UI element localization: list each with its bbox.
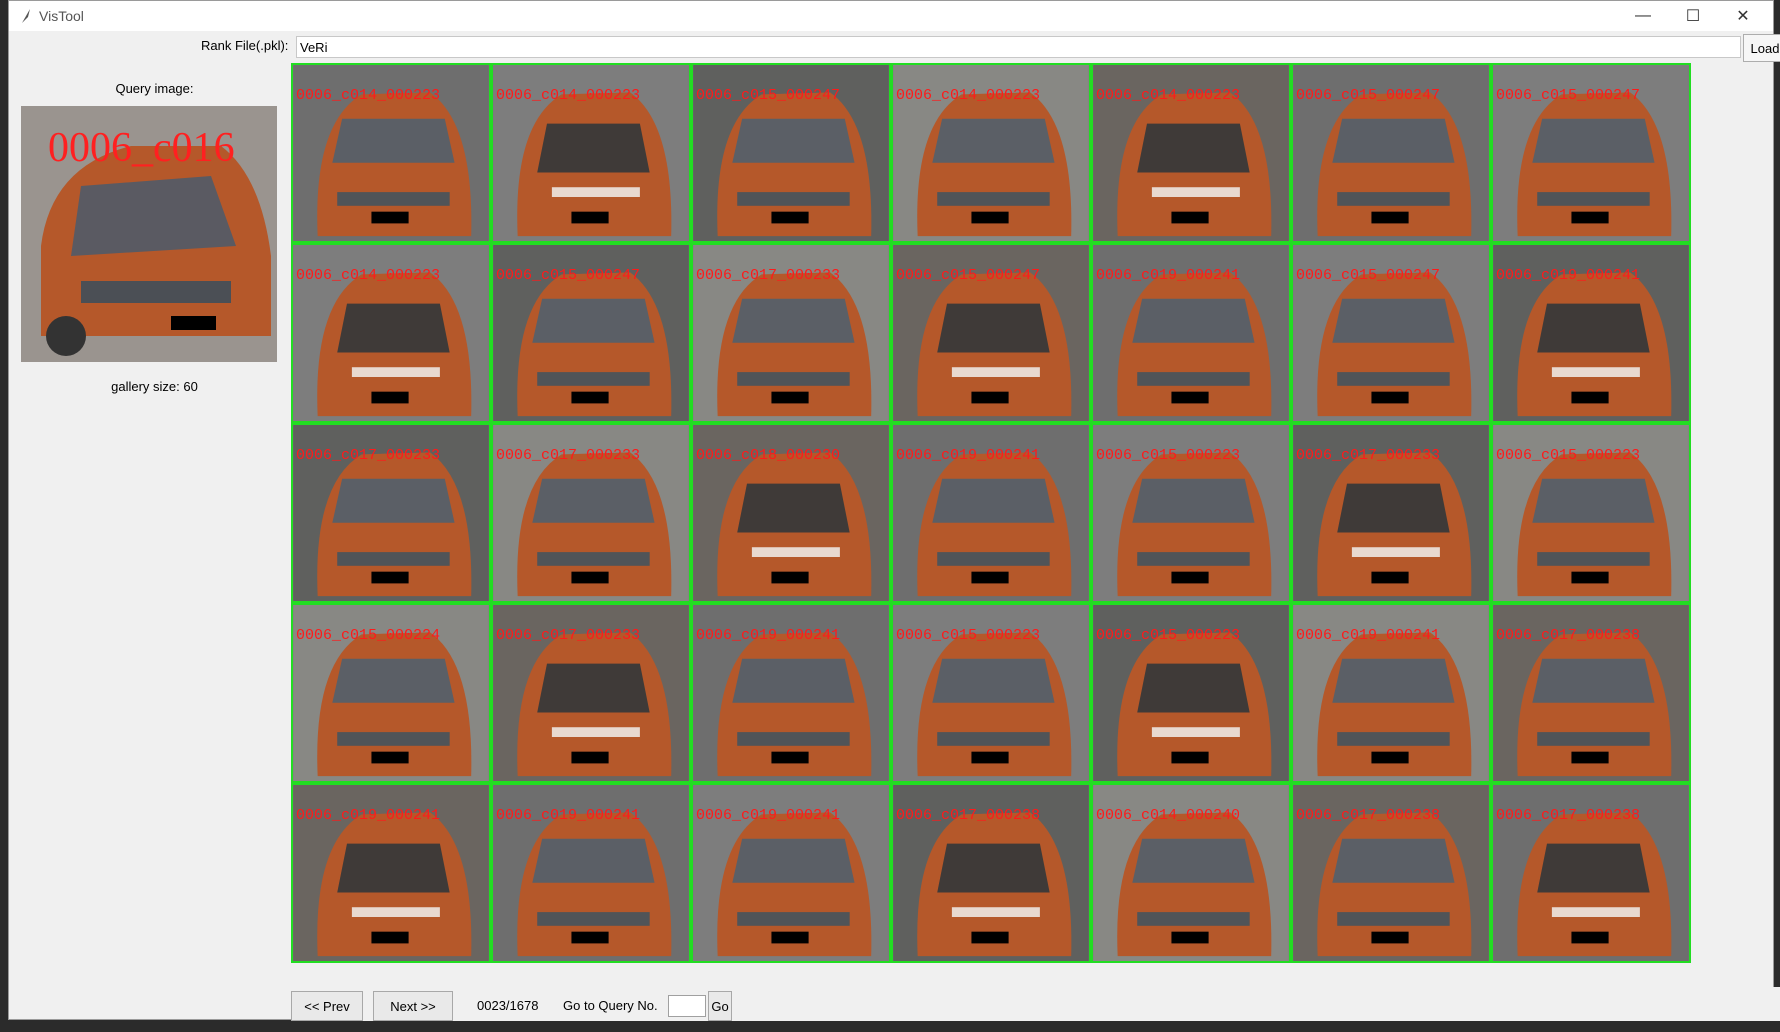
- gallery-tile[interactable]: 0006_c019_000241: [491, 783, 691, 963]
- query-id-text: 0006_c016: [48, 125, 235, 171]
- gallery-tile[interactable]: 0006_c014_000223: [491, 63, 691, 243]
- gallery-tile[interactable]: 0006_c017_000233: [691, 243, 891, 423]
- gallery-grid: 0006_c014_000223 0006_c014_000223 0006_c01…: [291, 63, 1691, 963]
- gallery-tile[interactable]: 0006_c019_000241: [691, 783, 891, 963]
- query-counter: 0023/1678: [477, 998, 539, 1013]
- gallery-tile[interactable]: 0006_c017_000233: [1291, 423, 1491, 603]
- gallery-tile[interactable]: 0006_c017_000238: [1491, 783, 1691, 963]
- navigation-bar: << Prev Next >> 0023/1678 Go to Query No…: [291, 987, 1780, 1021]
- app-window: VisTool — ☐ ✕ Rank File(.pkl): Load Quer…: [8, 0, 1780, 1021]
- gallery-tile[interactable]: 0006_c015_000247: [1291, 63, 1491, 243]
- next-button[interactable]: Next >>: [373, 991, 453, 1021]
- gallery-tile[interactable]: 0006_c014_000223: [291, 63, 491, 243]
- gallery-tile[interactable]: 0006_c015_000223: [1091, 423, 1291, 603]
- query-image: 0006_c016: [21, 106, 277, 362]
- gallery-tile[interactable]: 0006_c014_000240: [1091, 783, 1291, 963]
- gallery-id-label: 0006_c015_000247: [896, 267, 1041, 284]
- gallery-tile[interactable]: 0006_c019_000241: [1091, 243, 1291, 423]
- gallery-id-label: 0006_c017_000238: [1496, 627, 1641, 644]
- gallery-tile[interactable]: 0006_c018_000230: [691, 423, 891, 603]
- gallery-id-label: 0006_c019_000241: [296, 807, 441, 824]
- gallery-id-label: 0006_c015_000247: [1296, 267, 1441, 284]
- gallery-id-label: 0006_c019_000241: [696, 807, 841, 824]
- gallery-tile[interactable]: 0006_c017_000238: [1291, 783, 1491, 963]
- gallery-tile[interactable]: 0006_c019_000241: [691, 603, 891, 783]
- gallery-id-label: 0006_c014_000223: [896, 87, 1041, 104]
- minimize-button[interactable]: —: [1618, 1, 1668, 31]
- prev-button[interactable]: << Prev: [291, 991, 363, 1021]
- gallery-tile[interactable]: 0006_c017_000233: [491, 423, 691, 603]
- gallery-id-label: 0006_c017_000233: [696, 267, 841, 284]
- gallery-tile[interactable]: 0006_c017_000233: [491, 603, 691, 783]
- gallery-tile[interactable]: 0006_c014_000223: [891, 63, 1091, 243]
- query-image-label: Query image:: [115, 81, 194, 96]
- gallery-id-label: 0006_c014_000240: [1096, 807, 1241, 824]
- go-button[interactable]: Go: [708, 991, 732, 1021]
- gallery-id-label: 0006_c014_000223: [296, 267, 441, 284]
- gallery-tile[interactable]: 0006_c015_000223: [1491, 423, 1691, 603]
- gallery-id-label: 0006_c014_000223: [496, 87, 641, 104]
- gallery-tile[interactable]: 0006_c017_000233: [291, 423, 491, 603]
- gallery-id-label: 0006_c015_000224: [296, 627, 441, 644]
- gallery-tile[interactable]: 0006_c015_000247: [891, 243, 1091, 423]
- gallery-id-label: 0006_c015_000247: [496, 267, 641, 284]
- gallery-id-label: 0006_c019_000241: [1096, 267, 1241, 284]
- gallery-id-label: 0006_c017_000233: [496, 627, 641, 644]
- gallery-id-label: 0006_c017_000233: [496, 447, 641, 464]
- gallery-tile[interactable]: 0006_c015_000247: [1291, 243, 1491, 423]
- goto-query-label: Go to Query No.: [563, 998, 658, 1013]
- gallery-id-label: 0006_c019_000241: [1496, 267, 1641, 284]
- gallery-id-label: 0006_c017_000233: [296, 447, 441, 464]
- gallery-tile[interactable]: 0006_c015_000247: [1491, 63, 1691, 243]
- gallery-id-label: 0006_c018_000230: [696, 447, 841, 464]
- gallery-tile[interactable]: 0006_c015_000223: [1091, 603, 1291, 783]
- gallery-tile[interactable]: 0006_c015_000247: [491, 243, 691, 423]
- gallery-id-label: 0006_c015_000223: [1096, 627, 1241, 644]
- rank-file-label: Rank File(.pkl):: [201, 38, 289, 53]
- gallery-id-label: 0006_c015_000247: [696, 87, 841, 104]
- gallery-tile[interactable]: 0006_c015_000223: [891, 603, 1091, 783]
- goto-query-input[interactable]: [668, 995, 706, 1017]
- gallery-tile[interactable]: 0006_c019_000241: [891, 423, 1091, 603]
- gallery-tile[interactable]: 0006_c019_000241: [1291, 603, 1491, 783]
- gallery-id-label: 0006_c019_000241: [896, 447, 1041, 464]
- gallery-tile[interactable]: 0006_c019_000241: [1491, 243, 1691, 423]
- gallery-id-label: 0006_c015_000247: [1296, 87, 1441, 104]
- gallery-tile[interactable]: 0006_c015_000224: [291, 603, 491, 783]
- rank-file-input[interactable]: [296, 36, 1741, 58]
- gallery-id-label: 0006_c015_000247: [1496, 87, 1641, 104]
- gallery-id-label: 0006_c017_000233: [1296, 447, 1441, 464]
- gallery-tile[interactable]: 0006_c019_000241: [291, 783, 491, 963]
- gallery-id-label: 0006_c014_000223: [296, 87, 441, 104]
- gallery-id-label: 0006_c015_000223: [1096, 447, 1241, 464]
- gallery-id-label: 0006_c017_000238: [1496, 807, 1641, 824]
- gallery-id-label: 0006_c014_000223: [1096, 87, 1241, 104]
- close-button[interactable]: ✕: [1718, 1, 1768, 31]
- gallery-tile[interactable]: 0006_c014_000223: [1091, 63, 1291, 243]
- gallery-tile[interactable]: 0006_c017_000238: [891, 783, 1091, 963]
- gallery-id-label: 0006_c015_000223: [1496, 447, 1641, 464]
- gallery-tile[interactable]: 0006_c014_000223: [291, 243, 491, 423]
- window-title: VisTool: [39, 8, 84, 24]
- gallery-id-label: 0006_c019_000241: [696, 627, 841, 644]
- gallery-id-label: 0006_c019_000241: [496, 807, 641, 824]
- gallery-tile[interactable]: 0006_c015_000247: [691, 63, 891, 243]
- maximize-button[interactable]: ☐: [1668, 1, 1718, 31]
- gallery-id-label: 0006_c017_000238: [1296, 807, 1441, 824]
- gallery-id-label: 0006_c019_000241: [1296, 627, 1441, 644]
- load-button[interactable]: Load: [1743, 34, 1780, 62]
- feather-icon: [22, 9, 30, 23]
- gallery-id-label: 0006_c017_000238: [896, 807, 1041, 824]
- title-bar[interactable]: VisTool — ☐ ✕: [9, 1, 1773, 31]
- gallery-tile[interactable]: 0006_c017_000238: [1491, 603, 1691, 783]
- gallery-id-label: 0006_c015_000223: [896, 627, 1041, 644]
- gallery-size-label: gallery size: 60: [111, 379, 198, 394]
